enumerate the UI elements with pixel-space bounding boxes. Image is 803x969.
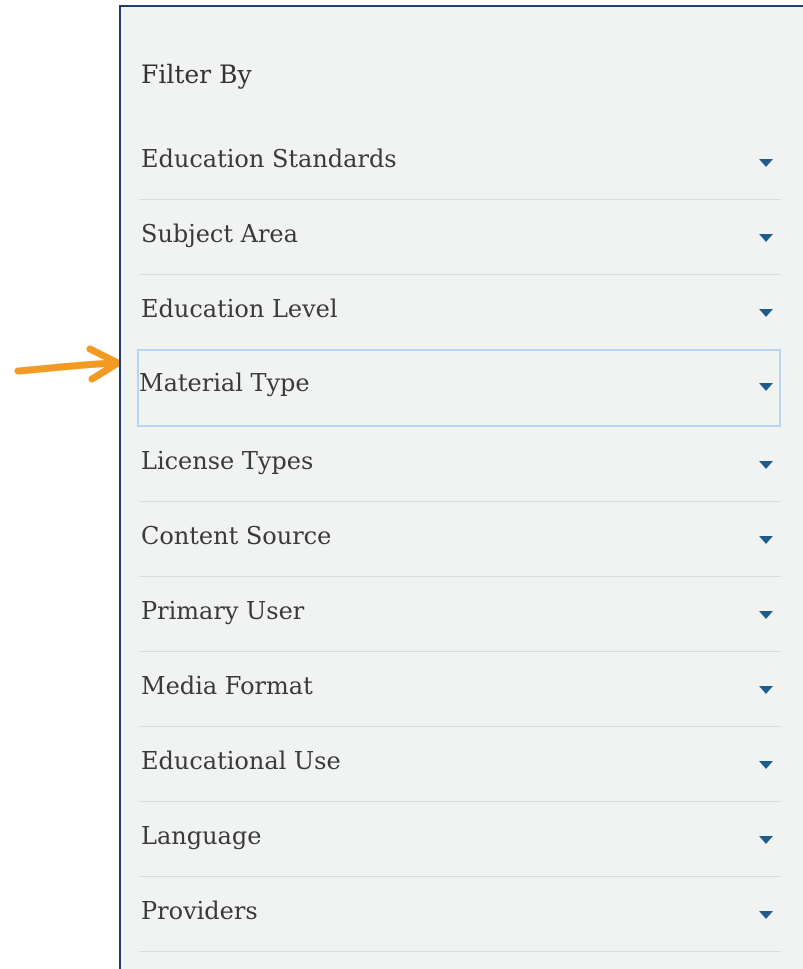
- filter-label: Providers: [141, 897, 258, 925]
- filter-panel-title: Filter By: [141, 60, 252, 89]
- filter-panel: Filter By Education Standards Subject Ar…: [119, 5, 803, 969]
- filter-item-education-level[interactable]: Education Level: [139, 275, 781, 350]
- caret-down-icon[interactable]: [759, 461, 773, 469]
- filter-item-subject-area[interactable]: Subject Area: [139, 200, 781, 275]
- filter-label: Education Level: [141, 295, 338, 323]
- filter-item-license-types[interactable]: License Types: [139, 427, 781, 502]
- filter-label: Language: [141, 822, 262, 850]
- caret-down-icon[interactable]: [759, 911, 773, 919]
- filter-item-educational-use[interactable]: Educational Use: [139, 727, 781, 802]
- filter-label: Education Standards: [141, 145, 397, 173]
- annotation-arrow-icon: [14, 345, 122, 383]
- caret-down-icon[interactable]: [759, 686, 773, 694]
- filter-item-primary-user[interactable]: Primary User: [139, 577, 781, 652]
- caret-down-icon[interactable]: [759, 836, 773, 844]
- filter-item-material-type[interactable]: Material Type: [137, 349, 781, 427]
- caret-down-icon[interactable]: [759, 234, 773, 242]
- filter-item-education-standards[interactable]: Education Standards: [139, 125, 781, 200]
- caret-down-icon[interactable]: [759, 536, 773, 544]
- filter-item-content-source[interactable]: Content Source: [139, 502, 781, 577]
- caret-down-icon[interactable]: [759, 383, 773, 391]
- filter-label: License Types: [141, 447, 314, 475]
- filter-item-language[interactable]: Language: [139, 802, 781, 877]
- filter-list: Education Standards Subject Area Educati…: [137, 125, 781, 952]
- caret-down-icon[interactable]: [759, 611, 773, 619]
- filter-label: Primary User: [141, 597, 305, 625]
- filter-label: Educational Use: [141, 747, 341, 775]
- caret-down-icon[interactable]: [759, 761, 773, 769]
- caret-down-icon[interactable]: [759, 159, 773, 167]
- filter-item-media-format[interactable]: Media Format: [139, 652, 781, 727]
- caret-down-icon[interactable]: [759, 309, 773, 317]
- filter-label: Content Source: [141, 522, 332, 550]
- filter-label: Media Format: [141, 672, 313, 700]
- filter-item-providers[interactable]: Providers: [139, 877, 781, 952]
- filter-label: Subject Area: [141, 220, 298, 248]
- filter-label: Material Type: [139, 369, 310, 397]
